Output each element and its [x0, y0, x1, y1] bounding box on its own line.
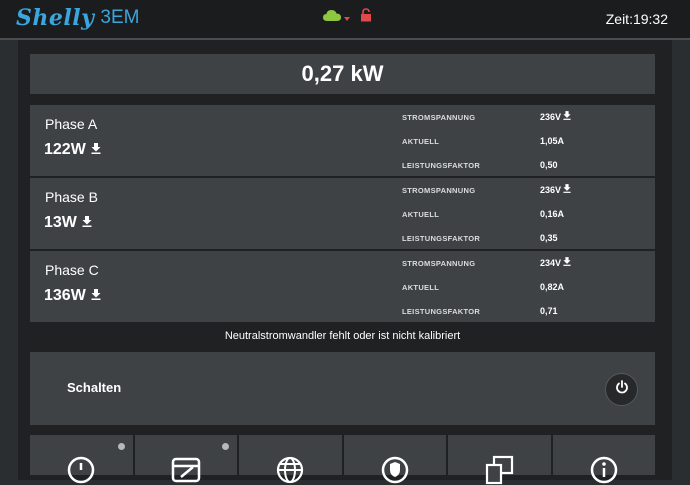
switch-label: Schalten	[67, 380, 122, 395]
download-icon[interactable]	[82, 214, 92, 232]
pf-label: LEISTUNGSFAKTOR	[402, 307, 481, 316]
download-icon[interactable]	[91, 141, 101, 159]
voltage-value: 236V	[540, 184, 571, 195]
download-icon[interactable]	[91, 287, 101, 305]
phase-power: 122W	[44, 141, 101, 159]
status-dot	[222, 443, 229, 450]
lock-icon[interactable]	[360, 8, 372, 27]
pf-label: LEISTUNGSFAKTOR	[402, 234, 481, 243]
phase-power: 136W	[44, 287, 101, 305]
download-icon[interactable]	[563, 111, 571, 122]
logo-model: 3EM	[100, 7, 140, 28]
switch-card: Schalten	[30, 352, 655, 425]
power-icon	[615, 380, 629, 399]
power-button[interactable]	[605, 373, 638, 406]
calibration-notice: Neutralstromwandler fehlt oder ist nicht…	[224, 330, 461, 342]
nav-settings[interactable]	[448, 435, 551, 485]
voltage-text: 234V	[540, 257, 562, 268]
status-dot	[117, 443, 125, 450]
voltage-label: STROMSPANNUNG	[402, 113, 476, 122]
voltage-label: STROMSPANNUNG	[402, 186, 476, 195]
current-label: AKTUELL	[402, 137, 440, 146]
pf-value: 0,50	[540, 160, 558, 170]
download-icon[interactable]	[563, 184, 571, 195]
clock: Zeit:19:32	[605, 11, 668, 27]
logo-brand: Shelly	[16, 5, 95, 31]
phase-power-value: 13W	[44, 214, 77, 231]
nav-info[interactable]	[552, 435, 655, 484]
bottom-nav	[30, 435, 655, 485]
phase-card-b: Phase B 13W STROMSPANNUNG 236V AKTUELL 0…	[30, 178, 655, 249]
voltage-value: 236V	[540, 111, 571, 122]
phase-power-value: 122W	[44, 141, 86, 158]
phase-name: Phase C	[45, 262, 99, 278]
top-bar: Shelly 3EM Zeit:19:32	[0, 0, 690, 38]
nav-schedule[interactable]	[134, 435, 237, 483]
phase-card-a: Phase A 122W STROMSPANNUNG 236V AKTUELL …	[30, 105, 655, 176]
current-value: 1,05A	[540, 136, 565, 146]
voltage-text: 236V	[540, 184, 562, 195]
voltage-label: STROMSPANNUNG	[402, 259, 476, 268]
status-icons	[322, 8, 372, 27]
cloud-icon[interactable]	[322, 8, 351, 27]
download-icon[interactable]	[563, 257, 571, 268]
voltage-value: 234V	[540, 257, 571, 268]
phase-power: 13W	[44, 214, 92, 232]
nav-timer[interactable]	[30, 435, 133, 484]
current-label: AKTUELL	[402, 283, 440, 292]
nav-security[interactable]	[343, 435, 446, 484]
pf-value: 0,35	[540, 233, 558, 243]
current-label: AKTUELL	[402, 210, 440, 219]
pf-label: LEISTUNGSFAKTOR	[402, 161, 481, 170]
pf-value: 0,71	[540, 306, 558, 316]
current-value: 0,16A	[540, 209, 565, 219]
phase-power-value: 136W	[44, 287, 86, 304]
nav-internet[interactable]	[239, 435, 342, 484]
total-power: 0,27 kW	[30, 54, 655, 94]
phase-name: Phase B	[45, 189, 98, 205]
phase-name: Phase A	[45, 116, 98, 132]
voltage-text: 236V	[540, 111, 562, 122]
current-value: 0,82A	[540, 282, 565, 292]
phase-card-c: Phase C 136W STROMSPANNUNG 234V AKTUELL …	[30, 251, 655, 322]
shelly-logo: Shelly 3EM	[16, 3, 139, 33]
